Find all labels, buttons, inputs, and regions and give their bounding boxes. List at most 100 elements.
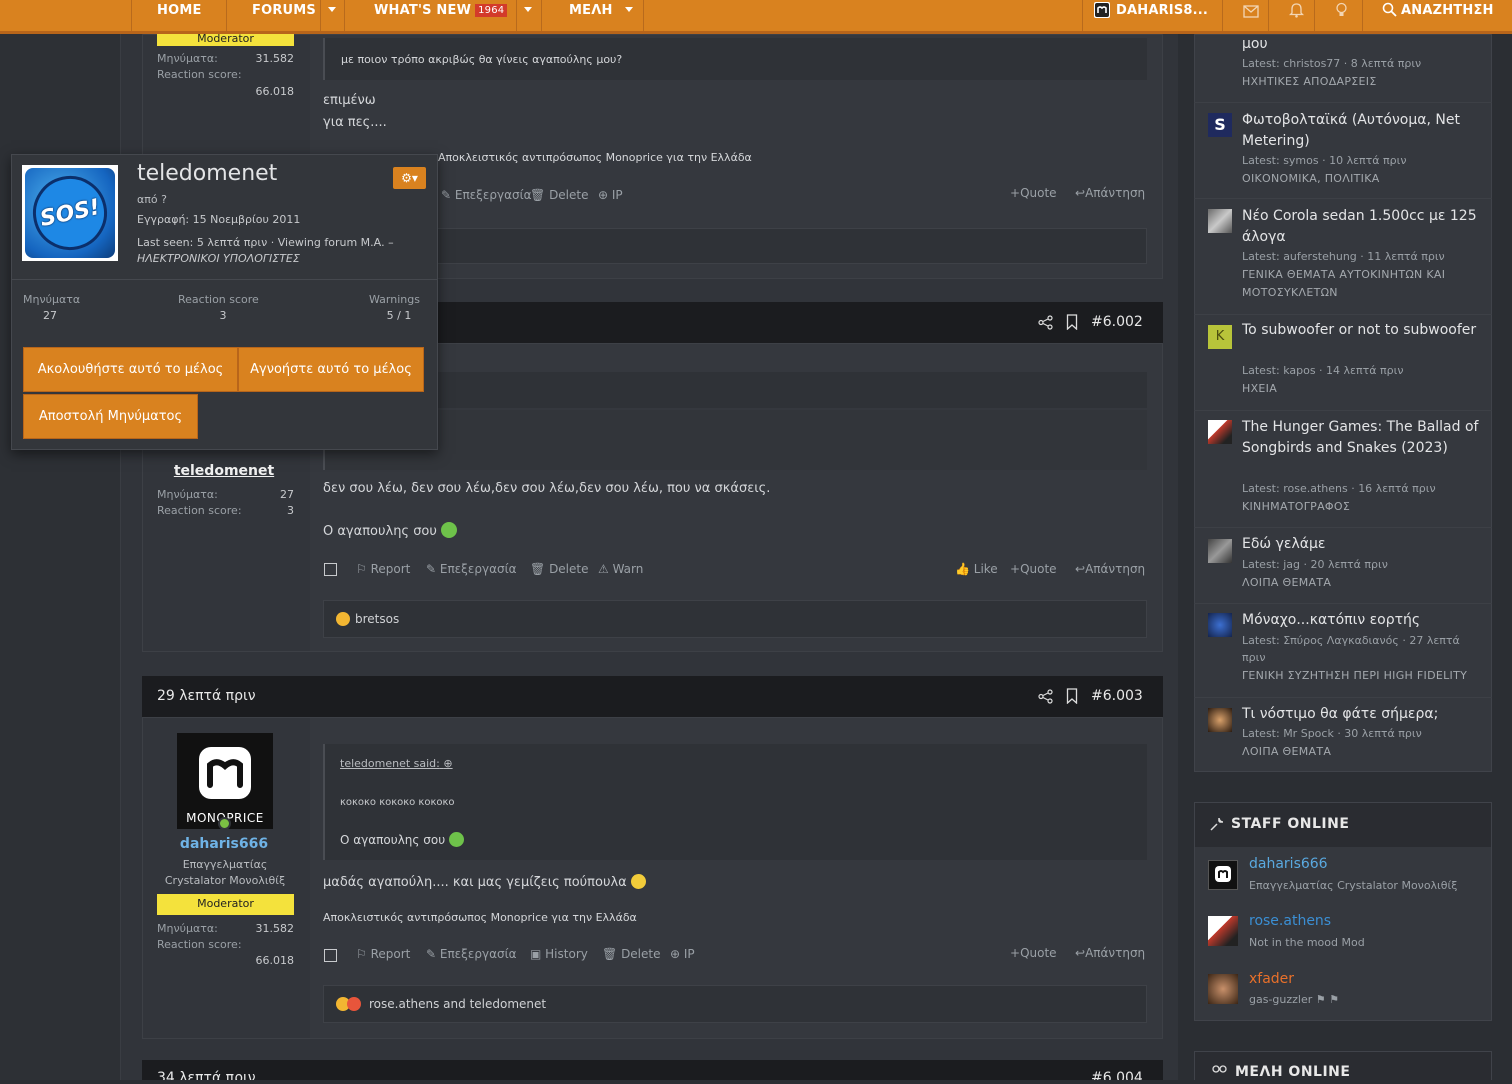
ip-button[interactable]: ⊕ IP xyxy=(598,188,623,202)
reactions-users[interactable]: rose.athens and teledomenet xyxy=(369,997,546,1011)
lightbulb-icon[interactable] xyxy=(1335,2,1348,22)
warn-button[interactable]: ⚠ Warn xyxy=(598,562,643,576)
popup-last-seen-forum[interactable]: ΗΛΕΚΤΡΟΝΙΚΟΙ ΥΠΟΛΟΓΙΣΤΕΣ xyxy=(137,252,300,265)
thread-avatar[interactable]: S xyxy=(1208,113,1232,137)
bookmark-icon[interactable] xyxy=(1066,314,1078,334)
reply-label: Απάντηση xyxy=(1085,946,1146,960)
select-checkbox[interactable] xyxy=(324,563,337,576)
edit-button[interactable]: ✎ Επεξεργασία xyxy=(441,188,532,202)
delete-button[interactable]: 🗑 Delete xyxy=(530,562,589,576)
thread-avatar[interactable] xyxy=(1208,708,1232,732)
members-dropdown-icon[interactable] xyxy=(625,7,633,12)
popup-avatar[interactable]: SOS! xyxy=(22,165,118,261)
thread-title[interactable]: Φωτοβολταϊκά (Αυτόνομα, Net Metering) xyxy=(1242,110,1482,152)
staff-name[interactable]: daharis666 xyxy=(1249,856,1328,872)
post-time[interactable]: 34 λεπτά πριν xyxy=(157,1070,256,1080)
post-username[interactable]: daharis666 xyxy=(180,836,268,852)
thread-avatar[interactable] xyxy=(1208,613,1232,637)
thread-title[interactable]: To subwoofer or not to subwoofer xyxy=(1242,320,1482,341)
thread-forum[interactable]: ΓΕΝΙΚΗ ΣΥΖΗΤΗΣΗ ΠΕΡΙ HIGH FIDELITY xyxy=(1242,667,1467,685)
send-message-button[interactable]: Αποστολή Μηνύματος xyxy=(23,394,198,439)
thread-forum[interactable]: ΗΧΗΤΙΚΕΣ ΑΠΟΔΑΡΣΕΙΣ xyxy=(1242,73,1377,91)
nav-search[interactable]: ΑΝΑΖΗΤΗΣΗ xyxy=(1401,1,1494,32)
post-number[interactable]: #6.002 xyxy=(1091,314,1143,330)
popup-stat-value[interactable]: 5 / 1 xyxy=(369,309,429,322)
thread-avatar[interactable] xyxy=(1208,209,1232,233)
history-button[interactable]: ▣ History xyxy=(530,947,588,961)
follow-button[interactable]: Ακολουθήστε αυτό το μέλος xyxy=(23,347,238,392)
staff-avatar[interactable] xyxy=(1208,916,1238,946)
quote-label: Quote xyxy=(1020,562,1057,576)
quote-button[interactable]: +Quote xyxy=(1010,946,1057,960)
thread-title[interactable]: Εδώ γελάμε xyxy=(1242,534,1325,555)
share-icon[interactable] xyxy=(1038,689,1053,708)
reply-button[interactable]: ↩Απάντηση xyxy=(1075,562,1145,576)
expand-quote-icon[interactable]: ⊕ xyxy=(443,757,452,770)
popup-stat-value: 3 xyxy=(219,309,227,322)
edit-button[interactable]: ✎ Επεξεργασία xyxy=(426,947,517,961)
members-online-title[interactable]: ΜΕΛΗ ONLINE xyxy=(1235,1064,1350,1080)
quote-button[interactable]: +Quote xyxy=(1010,562,1057,576)
reactions-users[interactable]: bretsos xyxy=(355,612,399,626)
thread-forum[interactable]: ΓΕΝΙΚΑ ΘΕΜΑΤΑ ΑΥΤΟΚΙΝΗΤΩΝ ΚΑΙ ΜΟΤΟΣΥΚΛΕΤ… xyxy=(1242,266,1482,302)
whats-new-dropdown-icon[interactable] xyxy=(524,7,532,12)
search-icon[interactable] xyxy=(1382,2,1397,21)
nav-username[interactable]: DAHARIS8... xyxy=(1116,1,1208,32)
bookmark-icon[interactable] xyxy=(1066,688,1078,708)
thread-forum[interactable]: ΛΟΙΠΑ ΘΕΜΑΤΑ xyxy=(1242,743,1331,761)
thread-forum[interactable]: ΛΟΙΠΑ ΘΕΜΑΤΑ xyxy=(1242,574,1331,592)
thread-forum[interactable]: ΚΙΝΗΜΑΤΟΓΡΑΦΟΣ xyxy=(1242,498,1350,516)
thread-title[interactable]: The Hunger Games: The Ballad of Songbird… xyxy=(1242,417,1482,459)
edit-button[interactable]: ✎ Επεξεργασία xyxy=(426,562,517,576)
thread-avatar[interactable] xyxy=(1208,420,1232,444)
user-avatar[interactable]: MONOPRICE xyxy=(177,733,273,829)
thread-title[interactable]: Μόναχο...κατόπιν εορτής xyxy=(1242,610,1420,631)
staff-avatar[interactable] xyxy=(1208,974,1238,1004)
thread-avatar[interactable] xyxy=(1208,539,1232,563)
thread-avatar[interactable]: K xyxy=(1208,325,1232,349)
nav-separator xyxy=(643,0,644,31)
inbox-icon[interactable] xyxy=(1243,3,1259,22)
staff-online-title[interactable]: STAFF ONLINE xyxy=(1231,816,1349,832)
delete-button[interactable]: 🗑 Delete xyxy=(530,188,589,202)
post-username[interactable]: teledomenet xyxy=(174,463,274,479)
post-text-line: επιμένω xyxy=(323,93,376,108)
ip-button[interactable]: ⊕ IP xyxy=(670,947,695,961)
nav-forums[interactable]: FORUMS xyxy=(252,1,316,32)
nav-whats-new[interactable]: WHAT'S NEW 1964 xyxy=(374,1,508,32)
forums-dropdown-icon[interactable] xyxy=(328,7,336,12)
ignore-button[interactable]: Αγνοήστε αυτό το μέλος xyxy=(238,347,424,392)
post-number[interactable]: #6.003 xyxy=(1091,688,1143,704)
thread-title[interactable]: μου xyxy=(1242,34,1268,55)
thread-title[interactable]: Τι νόστιμο θα φάτε σήμερα; xyxy=(1242,704,1438,725)
staff-name[interactable]: rose.athens xyxy=(1249,913,1331,929)
thread-meta: Latest: Mr Spock · 30 λεπτά πριν xyxy=(1242,727,1422,740)
thread-title[interactable]: Νέο Corola sedan 1.500cc με 125 άλογα xyxy=(1242,206,1482,248)
bell-icon[interactable] xyxy=(1288,2,1305,22)
post-number[interactable]: #6.004 xyxy=(1091,1070,1143,1080)
post-time[interactable]: 29 λεπτά πριν xyxy=(157,688,256,704)
like-button[interactable]: 👍 Like xyxy=(955,562,998,576)
staff-name[interactable]: xfader xyxy=(1249,971,1294,987)
popup-username[interactable]: teledomenet xyxy=(137,161,277,186)
nav-home[interactable]: HOME xyxy=(157,1,202,32)
reply-button[interactable]: ↩Απάντηση xyxy=(1075,186,1145,200)
thread-meta: πριν xyxy=(1242,651,1266,664)
gear-icon[interactable]: ⚙▾ xyxy=(393,167,426,189)
delete-button[interactable]: 🗑 Delete xyxy=(602,947,661,961)
post-text: Ο αγαπουλης σου xyxy=(323,524,437,539)
popup-joined: Εγγραφή: 15 Νοεμβρίου 2011 xyxy=(137,213,301,226)
thread-forum[interactable]: ΟΙΚΟΝΟΜΙΚΑ, ΠΟΛΙΤΙΚΑ xyxy=(1242,170,1380,188)
staff-title-text: gas-guzzler xyxy=(1249,993,1313,1006)
reply-button[interactable]: ↩Απάντηση xyxy=(1075,946,1145,960)
share-icon[interactable] xyxy=(1038,315,1053,334)
quote-author[interactable]: teledomenet said: ⊕ xyxy=(340,757,453,770)
report-button[interactable]: ⚐ Report xyxy=(356,947,410,961)
quote-button[interactable]: +Quote xyxy=(1010,186,1057,200)
report-button[interactable]: ⚐ Report xyxy=(356,562,410,576)
select-checkbox[interactable] xyxy=(324,949,337,962)
thread-forum[interactable]: ΗΧΕΙΑ xyxy=(1242,380,1277,398)
user-avatar-icon[interactable] xyxy=(1094,2,1110,18)
staff-avatar[interactable] xyxy=(1208,860,1238,890)
nav-members[interactable]: ΜΕΛΗ xyxy=(569,1,613,32)
